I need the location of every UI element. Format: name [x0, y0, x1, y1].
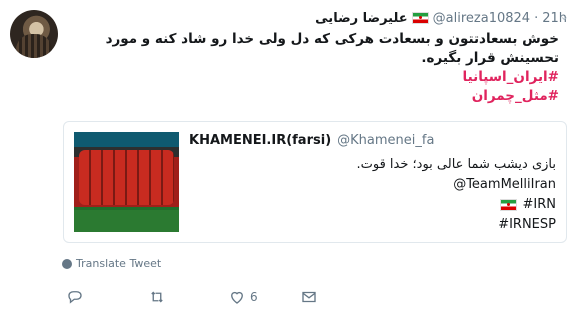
retweet-button[interactable]: [148, 288, 166, 306]
direct-message-button[interactable]: [300, 288, 318, 306]
quoted-hashtag: #IRNESP: [498, 217, 556, 232]
like-button[interactable]: 6: [228, 288, 258, 306]
quoted-hashtag-row: #IRN: [499, 197, 556, 212]
iran-flag-icon: [499, 198, 517, 211]
hashtag-link[interactable]: #ایران_اسپانیا: [69, 68, 559, 87]
globe-icon: [62, 258, 72, 269]
reply-button[interactable]: [66, 288, 84, 306]
author-name[interactable]: علیرضا رضایی: [315, 11, 408, 26]
quoted-tweet-card[interactable]: KHAMENEI.IR(farsi) @Khamenei_fa بازی دیش…: [63, 121, 567, 243]
like-count: 6: [250, 290, 258, 304]
reply-icon: [68, 291, 82, 304]
quoted-mention: @TeamMelliIran: [453, 177, 556, 192]
separator-dot: ·: [534, 10, 539, 26]
tweet-text: خوش بسعادتتون و بسعادت هرکی که دل ولی خد…: [69, 30, 559, 106]
quoted-author-handle: @Khamenei_fa: [337, 133, 435, 148]
quoted-header: KHAMENEI.IR(farsi) @Khamenei_fa: [189, 133, 434, 148]
direct-message-icon: [301, 291, 316, 303]
avatar[interactable]: [10, 10, 58, 58]
retweet-icon: [151, 291, 163, 303]
translate-tweet-link[interactable]: Translate Tweet: [62, 257, 161, 270]
hashtag-link[interactable]: #مثل_چمران: [69, 87, 559, 106]
iran-flag-icon: [411, 12, 429, 24]
heart-icon: [231, 291, 243, 304]
quoted-text-line: بازی دیشب شما عالی بود؛ خدا قوت.: [356, 157, 556, 172]
author-handle[interactable]: @alireza10824: [433, 11, 530, 26]
translate-label: Translate Tweet: [76, 257, 162, 270]
tweet: علیرضا رضایی @alireza10824 · 21h ⌄ خوش ب…: [0, 0, 577, 317]
quoted-author-name: KHAMENEI.IR(farsi): [189, 133, 332, 148]
tweet-header: علیرضا رضایی @alireza10824 · 21h: [315, 9, 567, 27]
team-photo: [74, 132, 179, 232]
quoted-hashtag: #IRN: [522, 197, 556, 212]
tweet-actions: 6: [66, 286, 318, 308]
caret-down-icon[interactable]: ⌄: [560, 10, 569, 23]
tweet-body: خوش بسعادتتون و بسعادت هرکی که دل ولی خد…: [105, 31, 559, 66]
